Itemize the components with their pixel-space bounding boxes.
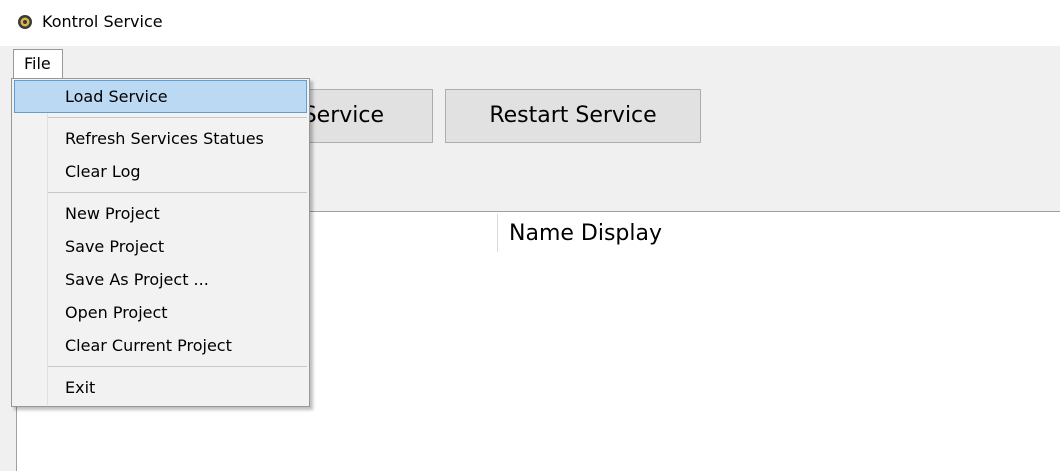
menu-item-clear-current-project[interactable]: Clear Current Project <box>14 329 307 362</box>
column-divider[interactable] <box>497 214 498 252</box>
menu-item-save-project[interactable]: Save Project <box>14 230 307 263</box>
menu-item-load-service[interactable]: Load Service <box>14 80 307 113</box>
menu-item-open-project[interactable]: Open Project <box>14 296 307 329</box>
menu-bar <box>0 46 1060 79</box>
menu-item-exit[interactable]: Exit <box>14 371 307 404</box>
menu-separator <box>48 366 307 367</box>
gear-icon <box>18 15 32 29</box>
menu-item-clear-log[interactable]: Clear Log <box>14 155 307 188</box>
title-bar: Kontrol Service <box>0 0 1060 46</box>
menu-separator <box>48 192 307 193</box>
file-menu-dropdown: Load Service Refresh Services Statues Cl… <box>11 78 310 407</box>
menu-item-new-project[interactable]: New Project <box>14 197 307 230</box>
menu-item-refresh-services-statues[interactable]: Refresh Services Statues <box>14 122 307 155</box>
column-header-name-display[interactable]: Name Display <box>509 221 662 246</box>
restart-service-button[interactable]: Restart Service <box>445 89 701 143</box>
menu-separator <box>48 117 307 118</box>
menu-file[interactable]: File <box>13 49 63 78</box>
menu-item-save-as-project[interactable]: Save As Project ... <box>14 263 307 296</box>
window-title: Kontrol Service <box>42 12 163 31</box>
